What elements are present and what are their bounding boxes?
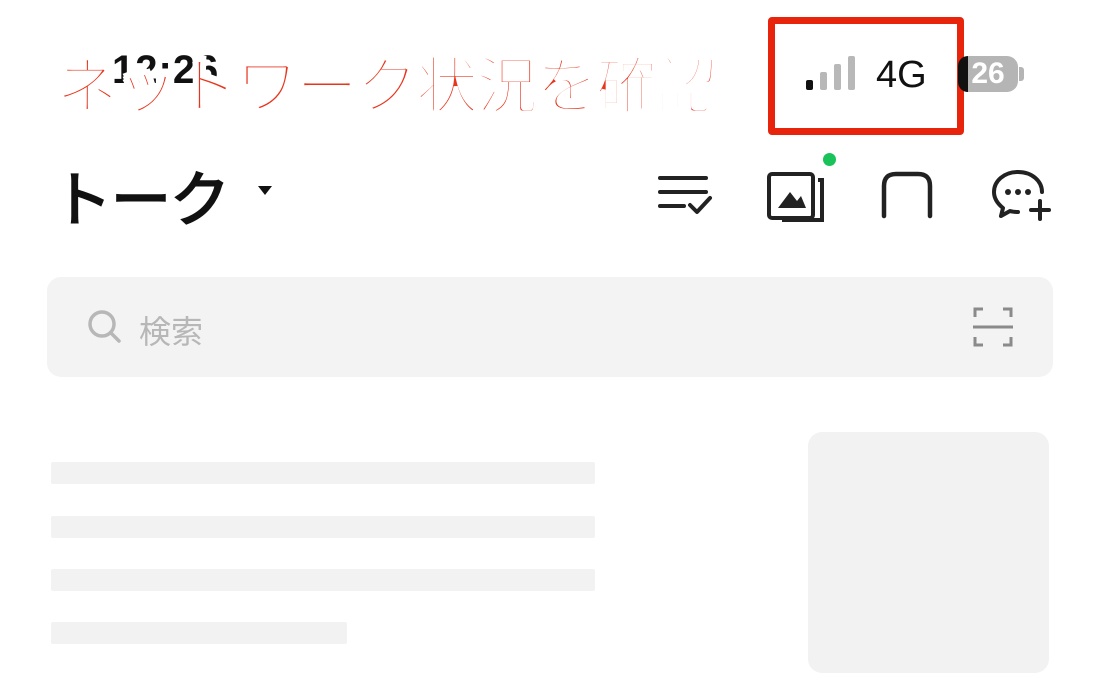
album-notification-dot [823,153,836,166]
battery-fill [958,56,968,92]
skeleton-line [51,516,595,538]
annotation-callout: ネットワーク状況を確認 [55,49,719,124]
skeleton-line [51,622,347,644]
new-chat-icon[interactable] [990,168,1054,222]
skeleton-thumbnail [808,432,1049,673]
annotation-highlight-box [768,17,964,135]
title-dropdown-caret-icon[interactable] [258,186,272,195]
search-bar[interactable]: 検索 [47,277,1053,377]
album-icon[interactable] [766,168,826,222]
square-chat-icon[interactable] [880,170,934,220]
network-type: 4G [876,54,927,96]
skeleton-line [51,462,595,484]
signal-strength-icon [806,56,855,90]
sort-check-icon[interactable] [656,172,714,220]
battery-indicator: 26 [958,56,1018,92]
battery-level: 26 [971,57,1005,90]
battery-cap [1019,67,1024,81]
page-title[interactable]: トーク [52,152,230,239]
search-input[interactable]: 検索 [139,307,203,353]
search-icon [88,310,121,343]
skeleton-line [51,569,595,591]
qr-scan-icon[interactable] [973,307,1013,347]
